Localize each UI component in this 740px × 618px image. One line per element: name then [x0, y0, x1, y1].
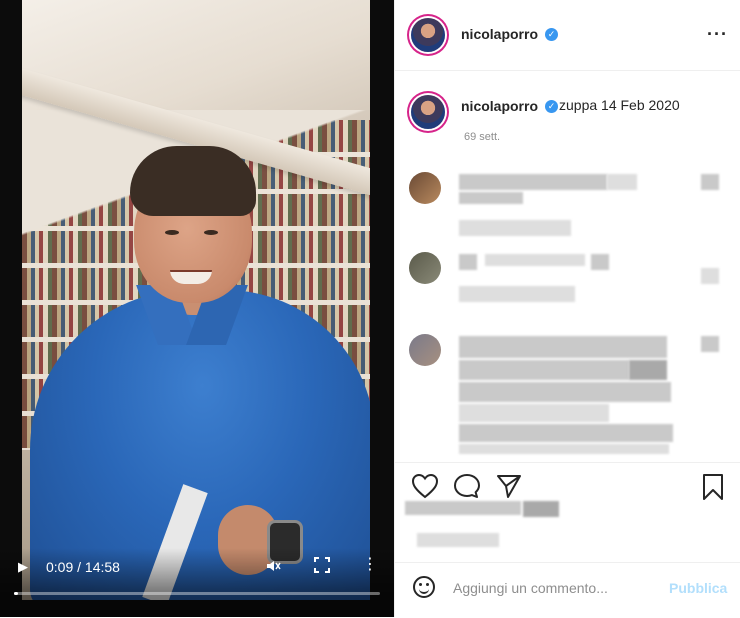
caption-avatar[interactable]	[411, 95, 445, 129]
emoji-icon[interactable]	[413, 576, 435, 598]
comment-text-blurred	[459, 444, 669, 454]
post-header: nicolaporro ✓ ···	[395, 0, 740, 71]
comment-text-blurred	[459, 404, 609, 422]
comment-text-blurred	[459, 254, 477, 270]
comment-meta-blurred	[459, 286, 575, 302]
caption-text: zuppa 14 Feb 2020	[559, 97, 680, 113]
heart-icon[interactable]	[411, 473, 439, 504]
caption-verified-icon: ✓	[545, 100, 558, 113]
comment-avatar[interactable]	[409, 172, 441, 204]
video-frame[interactable]	[22, 0, 370, 600]
header-username[interactable]: nicolaporro	[461, 26, 538, 42]
video-controls: ▶ 0:09 / 14:58 ⋮	[0, 548, 394, 617]
comment-text-blurred	[459, 174, 607, 190]
comments-list	[395, 160, 740, 460]
comment-text-blurred	[459, 192, 523, 204]
comment-bar: Pubblica	[395, 562, 740, 618]
comment-text-blurred	[459, 382, 671, 402]
video-progress-fill	[14, 592, 18, 595]
more-options-icon[interactable]: ⋮	[362, 557, 378, 573]
caption-age[interactable]: 69 sett.	[464, 131, 500, 143]
publish-button[interactable]: Pubblica	[669, 580, 727, 596]
comment-text-blurred	[607, 174, 637, 190]
video-person-eye-left	[165, 230, 179, 235]
comment-avatar[interactable]	[409, 334, 441, 366]
comment-input[interactable]	[453, 577, 653, 599]
video-player[interactable]: ▶ 0:09 / 14:58 ⋮	[0, 0, 394, 617]
video-person-hair	[130, 146, 256, 216]
likes-blur-bar	[523, 501, 559, 517]
likes-blur-bar	[405, 501, 521, 515]
comment-text-blurred	[459, 360, 629, 380]
post-panel: nicolaporro ✓ ··· nicolaporro ✓ zuppa 14…	[394, 0, 740, 617]
fullscreen-icon[interactable]	[314, 557, 330, 577]
comment-like-blurred	[701, 174, 719, 190]
comment-icon[interactable]	[453, 473, 481, 504]
volume-icon[interactable]	[265, 558, 281, 577]
comment-text-blurred	[459, 336, 667, 358]
play-icon[interactable]: ▶	[18, 559, 28, 575]
video-current-time: 0:09	[46, 559, 74, 575]
comment-text-blurred	[591, 254, 609, 270]
comment-text-blurred	[459, 424, 673, 442]
date-blur-bar	[417, 533, 499, 547]
video-time-separator: /	[73, 559, 85, 575]
share-icon[interactable]	[495, 473, 523, 504]
comment-text-blurred	[629, 360, 667, 380]
video-duration: 14:58	[84, 559, 120, 575]
comment-like-blurred	[701, 336, 719, 352]
comment-avatar[interactable]	[409, 252, 441, 284]
more-icon[interactable]: ···	[707, 24, 728, 45]
video-progress-bar[interactable]	[14, 592, 380, 595]
video-person-eye-right	[204, 230, 218, 235]
comment-text-blurred	[485, 254, 585, 266]
bookmark-icon[interactable]	[701, 473, 725, 506]
avatar[interactable]	[411, 18, 445, 52]
caption-username[interactable]: nicolaporro	[461, 98, 538, 114]
comment-like-blurred	[701, 268, 719, 284]
comment-meta-blurred	[459, 220, 571, 236]
verified-icon: ✓	[545, 28, 558, 41]
video-time: 0:09 / 14:58	[46, 559, 120, 575]
